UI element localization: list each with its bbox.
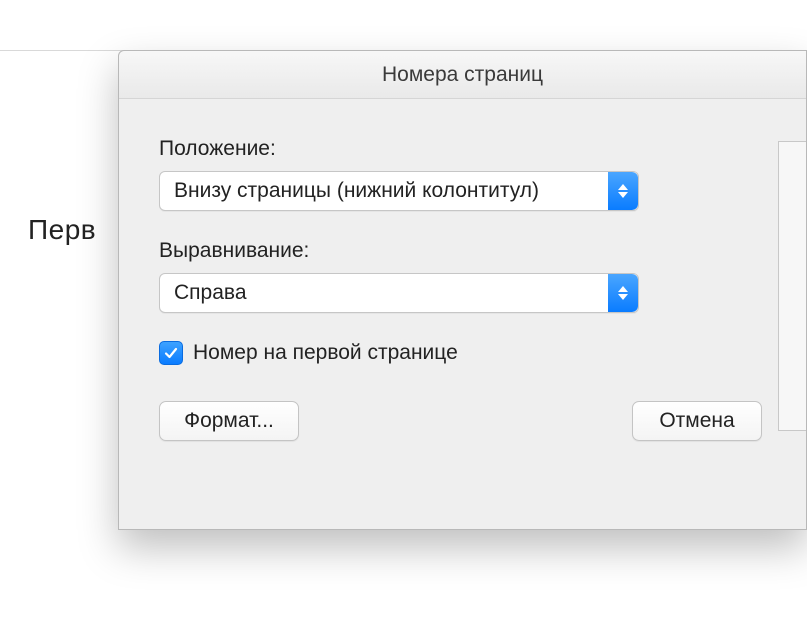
first-page-checkbox-row[interactable]: Номер на первой странице [159, 341, 766, 365]
first-page-checkbox[interactable] [159, 341, 183, 365]
preview-panel-edge [778, 141, 806, 431]
alignment-select[interactable]: Справа [159, 273, 639, 313]
cancel-button-label: Отмена [659, 409, 734, 433]
dialog-body: Положение: Внизу страницы (нижний колонт… [119, 99, 806, 471]
cancel-button[interactable]: Отмена [632, 401, 762, 441]
format-button[interactable]: Формат... [159, 401, 299, 441]
position-select-value: Внизу страницы (нижний колонтитул) [174, 179, 539, 203]
page-numbers-dialog: Номера страниц Положение: Внизу страницы… [118, 50, 807, 530]
dialog-title: Номера страниц [382, 63, 543, 87]
background-partial-text: Перв [28, 214, 96, 246]
position-select[interactable]: Внизу страницы (нижний колонтитул) [159, 171, 639, 211]
select-stepper-icon [608, 172, 638, 210]
select-stepper-icon [608, 274, 638, 312]
first-page-checkbox-label: Номер на первой странице [193, 341, 458, 365]
alignment-select-value: Справа [174, 281, 247, 305]
format-button-label: Формат... [184, 409, 274, 433]
alignment-label: Выравнивание: [159, 239, 766, 263]
position-label: Положение: [159, 137, 766, 161]
dialog-titlebar: Номера страниц [119, 51, 806, 99]
dialog-button-row: Формат... Отмена [159, 401, 766, 441]
checkmark-icon [164, 346, 178, 360]
